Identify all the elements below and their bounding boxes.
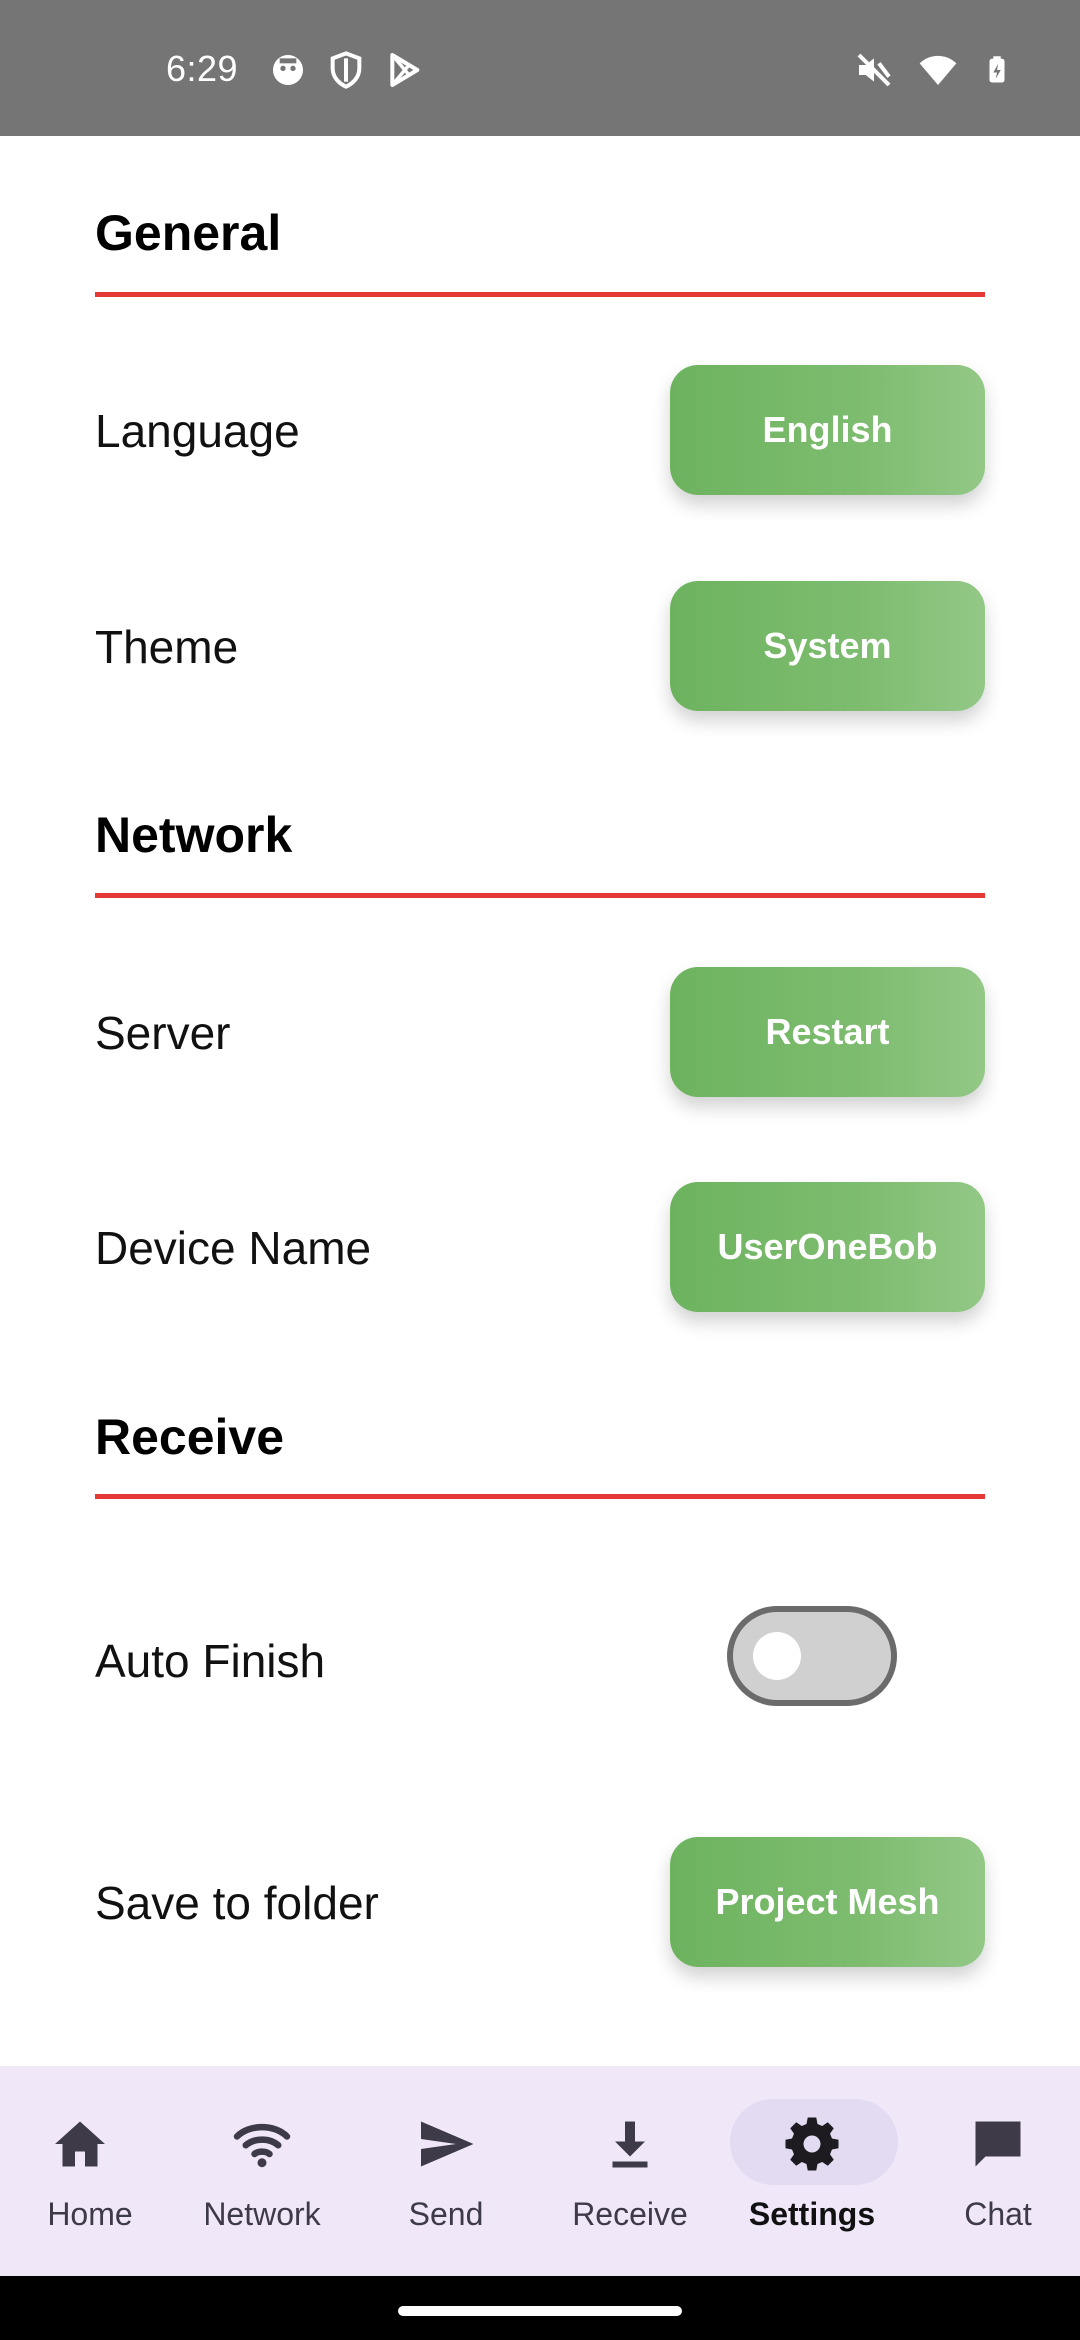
device-name-label: Device Name	[95, 1222, 372, 1274]
status-time: 6:29	[166, 48, 239, 89]
restart-server-button[interactable]: Restart	[670, 967, 985, 1097]
section-divider	[95, 292, 985, 297]
nav-label-network: Network	[203, 2196, 321, 2232]
save-folder-label: Save to folder	[95, 1877, 379, 1929]
nav-label-settings: Settings	[748, 2196, 876, 2232]
theme-button[interactable]: System	[670, 581, 985, 711]
battery-charging-icon	[989, 56, 1005, 83]
nav-item-receive[interactable]: Receive	[540, 2066, 720, 2276]
wifi-signal-icon	[919, 55, 957, 85]
system-gesture-bar	[0, 2276, 1080, 2340]
language-label: Language	[95, 405, 300, 457]
toggle-knob	[753, 1632, 801, 1680]
gesture-handle[interactable]	[398, 2306, 682, 2316]
settings-list: General Language English Theme System Ne…	[0, 136, 1080, 2066]
nav-item-send[interactable]: Send	[356, 2066, 536, 2276]
app-notification-icon	[273, 55, 303, 85]
nav-item-settings[interactable]: Settings	[722, 2066, 902, 2276]
section-divider	[95, 1494, 985, 1499]
section-title-receive: Receive	[95, 1409, 285, 1465]
bottom-navigation: Home Network Send Receive Settings Chat	[0, 2066, 1080, 2276]
chat-icon	[975, 2121, 1021, 2167]
wifi-icon	[233, 2123, 291, 2168]
nav-item-home[interactable]: Home	[0, 2066, 180, 2276]
play-store-icon	[390, 53, 420, 87]
home-icon	[55, 2121, 105, 2167]
vibrate-off-icon	[857, 53, 891, 87]
shield-icon	[330, 51, 362, 89]
auto-finish-toggle[interactable]	[727, 1606, 897, 1706]
gear-icon	[785, 2117, 839, 2171]
nav-label-home: Home	[47, 2196, 133, 2232]
status-bar: 6:29	[0, 0, 1080, 136]
language-button[interactable]: English	[670, 365, 985, 495]
section-title-network: Network	[95, 807, 293, 863]
nav-label-chat: Chat	[964, 2196, 1032, 2232]
theme-label: Theme	[95, 621, 239, 673]
save-folder-button[interactable]: Project Mesh	[670, 1837, 985, 1967]
send-icon	[421, 2121, 474, 2167]
section-title-general: General	[95, 205, 282, 261]
auto-finish-label: Auto Finish	[95, 1635, 326, 1687]
download-icon	[612, 2121, 648, 2168]
server-label: Server	[95, 1007, 231, 1059]
device-name-button[interactable]: UserOneBob	[670, 1182, 985, 1312]
nav-label-send: Send	[408, 2196, 484, 2232]
nav-label-receive: Receive	[572, 2196, 688, 2232]
nav-item-network[interactable]: Network	[172, 2066, 352, 2276]
section-divider	[95, 893, 985, 898]
nav-item-chat[interactable]: Chat	[908, 2066, 1080, 2276]
